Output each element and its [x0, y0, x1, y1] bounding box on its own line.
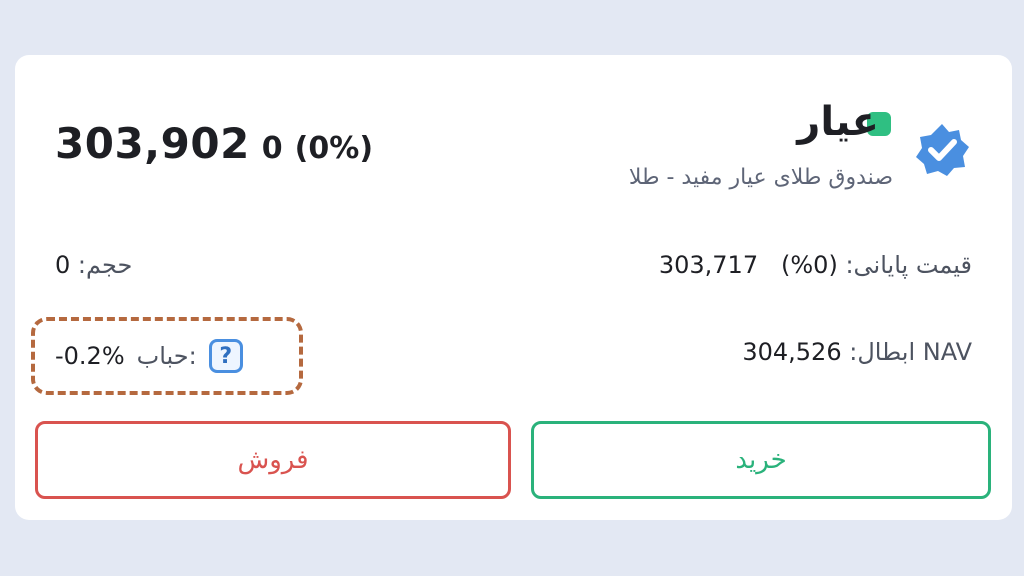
price-change: 0: [261, 131, 283, 166]
last-price: 303,902: [55, 119, 250, 168]
closing-price-row: قیمت پایانی: (0%) 303,717: [659, 248, 972, 282]
closing-price-label: قیمت پایانی:: [845, 251, 972, 279]
help-icon[interactable]: ?: [208, 339, 243, 373]
nav-value: 304,526: [742, 338, 842, 366]
fund-card: عیار صندوق طلای عیار مفید - طلا 303,902 …: [15, 55, 1012, 520]
fund-symbol: عیار: [797, 99, 879, 145]
sell-button[interactable]: فروش: [35, 421, 511, 499]
volume-value: 0: [55, 251, 71, 279]
closing-price-percent: (0%): [780, 251, 838, 279]
volume-label: حجم:: [77, 251, 133, 279]
volume-row: حجم: 0: [55, 248, 132, 282]
bubble-value: -0.2%: [55, 342, 125, 370]
buy-button[interactable]: خرید: [531, 421, 991, 499]
verified-badge-icon: [916, 124, 969, 176]
bubble-row: -0.2% حباب: ?: [55, 338, 243, 374]
closing-price-value: 303,717: [658, 251, 759, 279]
price-change-percent: (0%): [294, 131, 374, 166]
nav-row: NAV ابطال: 304,526: [742, 335, 972, 369]
fund-full-name: صندوق طلای عیار مفید - طلا: [628, 165, 893, 190]
nav-label: NAV ابطال:: [849, 338, 972, 366]
price-summary: 303,902 0 (0%): [55, 119, 373, 175]
bubble-label: حباب:: [136, 342, 197, 370]
